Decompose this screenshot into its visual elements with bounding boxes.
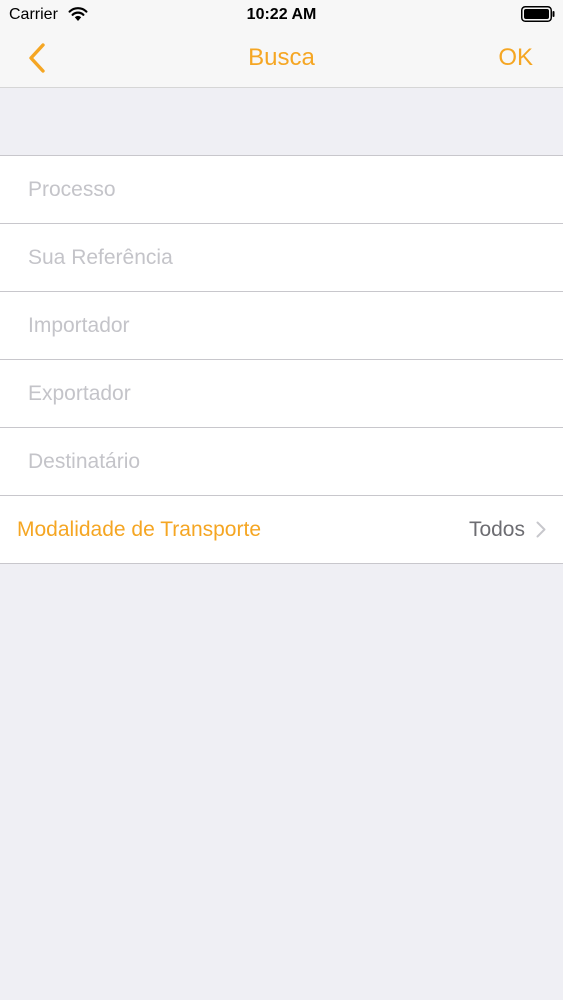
- navigation-bar: Busca OK: [0, 30, 563, 88]
- exportador-field[interactable]: [28, 360, 538, 427]
- page-title: Busca: [248, 44, 315, 71]
- transport-mode-label: Modalidade de Transporte: [17, 518, 261, 541]
- sua-referencia-field[interactable]: [28, 224, 538, 291]
- importador-field[interactable]: [28, 292, 538, 359]
- status-time: 10:22 AM: [246, 6, 317, 23]
- status-bar: Carrier 10:22 AM: [0, 0, 563, 30]
- ok-button[interactable]: OK: [498, 43, 533, 73]
- sua-referencia-row: [0, 224, 563, 292]
- search-form: Modalidade de Transporte Todos: [0, 155, 563, 564]
- processo-field[interactable]: [28, 156, 538, 223]
- destinatario-row: [0, 428, 563, 496]
- battery-icon: [521, 6, 555, 22]
- exportador-row: [0, 360, 563, 428]
- processo-row: [0, 156, 563, 224]
- transport-mode-selector[interactable]: Modalidade de Transporte Todos: [0, 496, 563, 564]
- importador-row: [0, 292, 563, 360]
- destinatario-field[interactable]: [28, 428, 538, 495]
- chevron-right-icon: [536, 521, 546, 538]
- transport-mode-value: Todos: [468, 518, 525, 541]
